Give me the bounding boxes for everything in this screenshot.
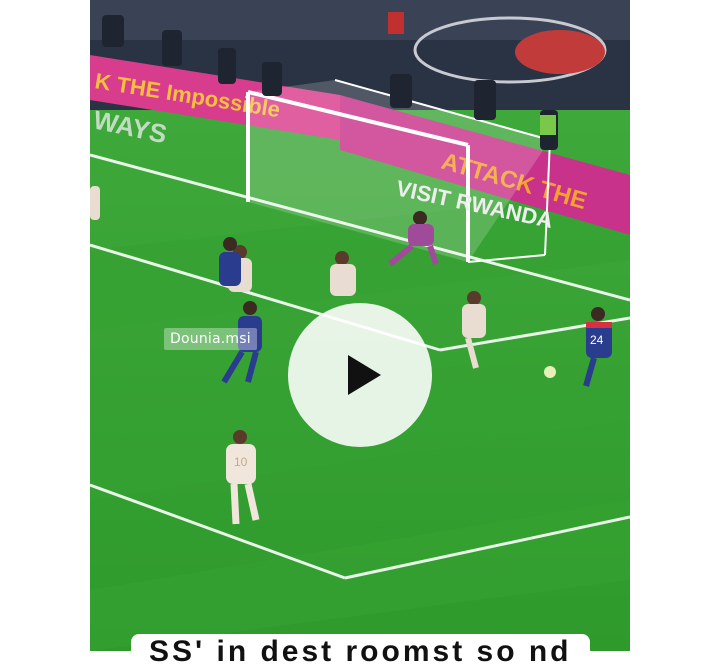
player-number-24: 24 xyxy=(590,333,604,347)
watermark: Dounia.msi xyxy=(164,328,257,350)
player-number-10: 10 xyxy=(234,455,248,469)
video-player[interactable]: K THE Impossible ATTACK THE WAYS VISIT R… xyxy=(90,0,630,651)
ball xyxy=(544,366,556,378)
caption-text: SS' in dest roomst so nd xyxy=(149,635,572,664)
play-icon xyxy=(347,355,381,395)
play-button[interactable] xyxy=(288,303,432,447)
caption-bar: SS' in dest roomst so nd xyxy=(131,634,590,664)
player-white-edge xyxy=(90,186,100,220)
